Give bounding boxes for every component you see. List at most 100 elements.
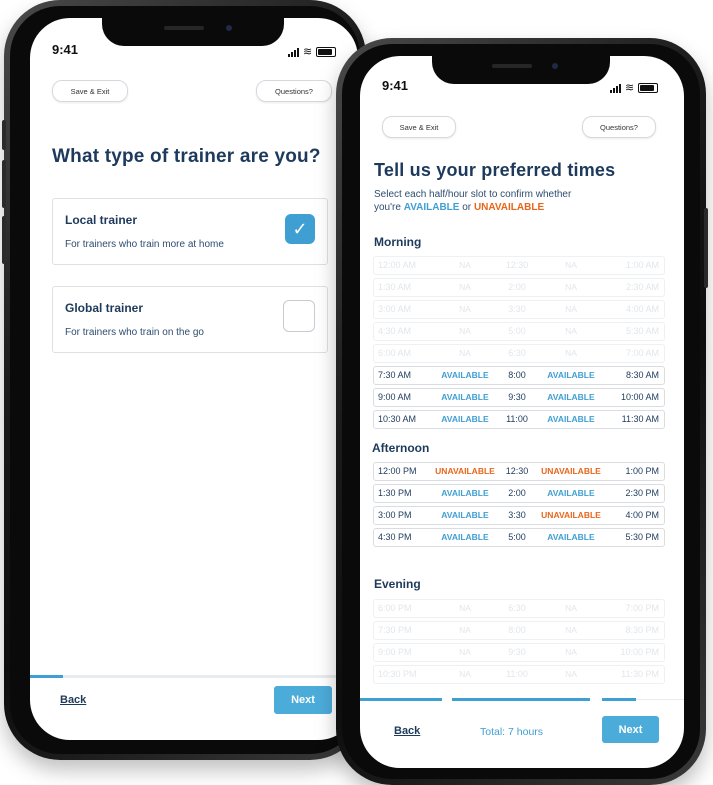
time-slot-row[interactable]: 6:00 PM NA 6:30 NA 7:00 PM — [373, 599, 665, 618]
time-slot-row[interactable]: 12:00 AM NA 12:30 NA 1:00 AM — [373, 256, 665, 275]
page-title: Tell us your preferred times — [374, 160, 616, 180]
slot-status[interactable]: AVAILABLE — [432, 532, 498, 542]
time-slot-row[interactable]: 1:30 AM NA 2:00 NA 2:30 AM — [373, 278, 665, 297]
slot-status[interactable]: AVAILABLE — [432, 488, 498, 498]
phone-trainer-type: 9:41 ≋ Save & Exit Questions? What type … — [2, 0, 366, 760]
time-slot-row[interactable]: 6:00 AM NA 6:30 NA 7:00 AM — [373, 344, 665, 363]
slot-time: 11:30 PM — [621, 669, 659, 679]
slot-status[interactable]: UNAVAILABLE — [432, 466, 498, 476]
slot-time: 12:00 AM — [378, 260, 417, 270]
save-exit-button[interactable]: Save & Exit — [52, 80, 128, 102]
slot-status[interactable]: AVAILABLE — [538, 392, 604, 402]
slot-time: 5:30 AM — [625, 326, 659, 336]
slot-time: 4:00 AM — [625, 304, 659, 314]
battery-icon — [316, 46, 337, 57]
phone-screen: 9:41 ≋ Save & Exit Questions? Tell us yo… — [360, 56, 684, 768]
slot-status[interactable]: NA — [538, 669, 604, 679]
slot-time: 3:00 AM — [378, 304, 412, 314]
slot-status[interactable]: NA — [432, 625, 498, 635]
time-slot-row[interactable]: 12:00 PM UNAVAILABLE 12:30 UNAVAILABLE 1:00 … — [373, 462, 665, 481]
slot-time: 6:00 PM — [378, 603, 412, 613]
slot-time: 1:30 PM — [378, 488, 412, 498]
slot-status[interactable]: AVAILABLE — [538, 370, 604, 380]
time-slot-row[interactable]: 4:30 PM AVAILABLE 5:00 AVAILABLE 5:30 PM — [373, 528, 665, 547]
slot-time: 12:00 PM — [378, 466, 417, 476]
slot-status[interactable]: UNAVAILABLE — [538, 466, 604, 476]
slot-time: 3:00 PM — [378, 510, 412, 520]
slot-status[interactable]: NA — [432, 326, 498, 336]
slot-time: 11:00 — [506, 414, 528, 424]
slot-time: 10:30 AM — [378, 414, 417, 424]
option-title: Global trainer — [65, 301, 144, 315]
back-link[interactable]: Back — [60, 694, 86, 706]
slot-status[interactable]: UNAVAILABLE — [538, 510, 604, 520]
slot-time: 9:00 AM — [378, 392, 412, 402]
time-slot-row[interactable]: 10:30 PM NA 11:00 NA 11:30 PM — [373, 665, 665, 684]
time-slot-row[interactable]: 10:30 AM AVAILABLE 11:00 AVAILABLE 11:30 AM — [373, 410, 665, 429]
slot-status[interactable]: AVAILABLE — [538, 532, 604, 542]
slot-status[interactable]: NA — [432, 282, 498, 292]
progress-segment — [360, 698, 442, 701]
option-local-trainer[interactable]: Local trainer For trainers who train mor… — [52, 198, 328, 265]
time-slot-row[interactable]: 1:30 PM AVAILABLE 2:00 AVAILABLE 2:30 PM — [373, 484, 665, 503]
slot-status[interactable]: NA — [432, 348, 498, 358]
slot-time: 4:00 PM — [625, 510, 659, 520]
slot-time: 3:30 — [508, 304, 526, 314]
slot-status[interactable]: AVAILABLE — [432, 392, 498, 402]
slot-status[interactable]: NA — [538, 304, 604, 314]
slot-status[interactable]: NA — [538, 647, 604, 657]
slot-status[interactable]: AVAILABLE — [432, 510, 498, 520]
slot-status[interactable]: NA — [538, 348, 604, 358]
slot-status[interactable]: NA — [538, 282, 604, 292]
progress-fill — [30, 675, 63, 678]
save-exit-button[interactable]: Save & Exit — [382, 116, 456, 138]
section-morning: Morning — [374, 235, 422, 249]
phone-screen: 9:41 ≋ Save & Exit Questions? What type … — [30, 18, 358, 740]
time-slot-row[interactable]: 9:00 PM NA 9:30 NA 10:00 PM — [373, 643, 665, 662]
slot-time: 6:30 — [508, 348, 526, 358]
slot-status[interactable]: NA — [432, 304, 498, 314]
slot-time: 7:00 PM — [625, 603, 659, 613]
checkbox-unchecked[interactable] — [283, 300, 315, 332]
slot-time: 1:00 PM — [625, 466, 659, 476]
slot-status[interactable]: NA — [432, 647, 498, 657]
slot-status[interactable]: NA — [538, 260, 604, 270]
section-evening: Evening — [374, 577, 421, 591]
slot-status[interactable]: AVAILABLE — [538, 414, 604, 424]
time-slot-row[interactable]: 4:30 AM NA 5:00 NA 5:30 AM — [373, 322, 665, 341]
time-slot-row[interactable]: 9:00 AM AVAILABLE 9:30 AVAILABLE 10:00 AM — [373, 388, 665, 407]
time-slot-row[interactable]: 7:30 PM NA 8:00 NA 8:30 PM — [373, 621, 665, 640]
power-button — [704, 208, 708, 288]
slot-status[interactable]: NA — [538, 625, 604, 635]
time-slot-row[interactable]: 3:00 AM NA 3:30 NA 4:00 AM — [373, 300, 665, 319]
wifi-icon: ≋ — [303, 46, 313, 58]
time-slot-row[interactable]: 7:30 AM AVAILABLE 8:00 AVAILABLE 8:30 AM — [373, 366, 665, 385]
volume-button — [2, 120, 6, 150]
next-button[interactable]: Next — [274, 686, 332, 714]
unavailable-word: UNAVAILABLE — [473, 202, 545, 213]
slot-status[interactable]: AVAILABLE — [432, 370, 498, 380]
option-global-trainer[interactable]: Global trainer For trainers who train on… — [52, 286, 328, 353]
slot-status[interactable]: NA — [432, 603, 498, 613]
slot-status[interactable]: AVAILABLE — [538, 488, 604, 498]
slot-time: 4:30 AM — [378, 326, 412, 336]
time-slot-row[interactable]: 3:00 PM AVAILABLE 3:30 UNAVAILABLE 4:00 PM — [373, 506, 665, 525]
slot-status[interactable]: NA — [432, 260, 498, 270]
slot-time: 5:00 — [508, 326, 526, 336]
checkbox-checked[interactable]: ✓ — [285, 214, 315, 244]
slot-time: 2:30 AM — [625, 282, 659, 292]
signal-icon — [610, 83, 621, 93]
slot-time: 8:30 AM — [625, 370, 659, 380]
questions-button[interactable]: Questions? — [582, 116, 656, 138]
slot-time: 8:30 PM — [625, 625, 659, 635]
questions-button[interactable]: Questions? — [256, 80, 332, 102]
slot-time: 4:30 PM — [378, 532, 412, 542]
slot-status[interactable]: AVAILABLE — [432, 414, 498, 424]
next-button[interactable]: Next — [602, 716, 659, 743]
slot-time: 6:00 AM — [378, 348, 412, 358]
slot-status[interactable]: NA — [538, 603, 604, 613]
page-subtitle: Select each half/hour slot to confirm wh… — [374, 188, 571, 214]
slot-status[interactable]: NA — [432, 669, 498, 679]
slot-status[interactable]: NA — [538, 326, 604, 336]
back-link[interactable]: Back — [394, 725, 420, 737]
